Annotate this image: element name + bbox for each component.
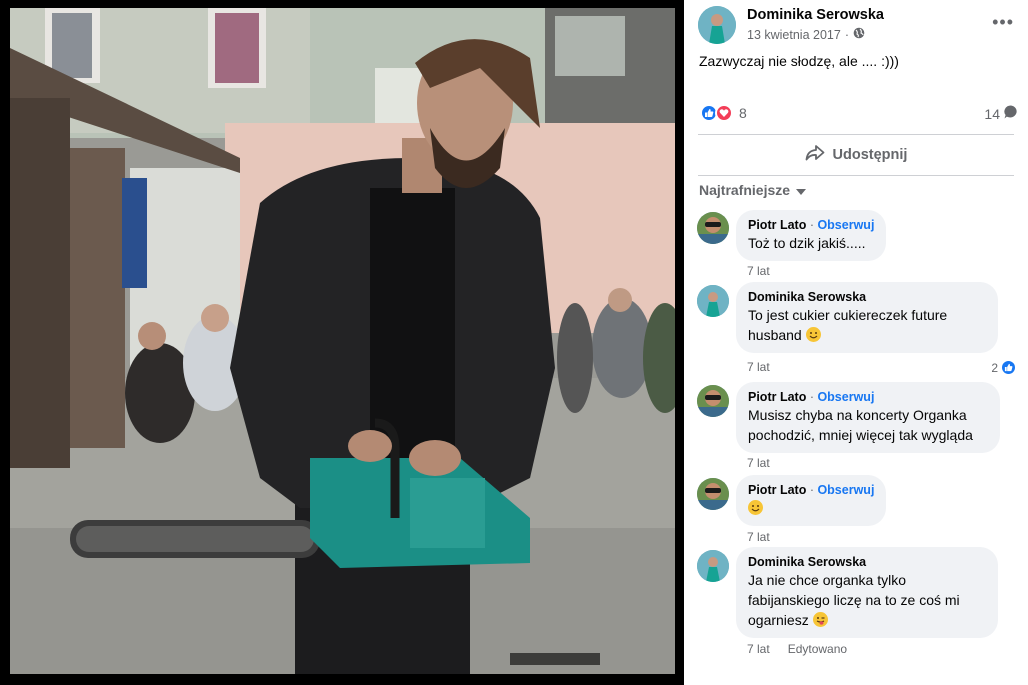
smile-emoji-icon [748, 500, 763, 515]
comment-like-count: 2 [991, 360, 998, 375]
comment-count: 14 [984, 105, 1000, 122]
post-header: Dominika Serowska 13 kwietnia 2017 · ••• [698, 6, 1018, 46]
post-author-name[interactable]: Dominika Serowska [747, 7, 884, 23]
caret-down-icon [796, 182, 807, 198]
comment-text: Ja nie chce organka tylko fabijanskiego … [748, 572, 960, 628]
dot-separator: · [806, 218, 818, 232]
reaction-count: 8 [739, 105, 747, 121]
comment-bubble: Dominika Serowska To jest cukier cukiere… [736, 282, 998, 353]
post-meta: 13 kwietnia 2017 · [747, 27, 865, 42]
post-text: Zazwyczaj nie słodzę, ale .... :))) [699, 53, 899, 69]
commenter-avatar[interactable] [697, 550, 729, 582]
comment-bubble: Piotr Lato · Obserwuj [736, 475, 887, 526]
love-reaction-icon [715, 104, 733, 122]
comment-text: Musisz chyba na koncerty Organka pochodz… [748, 407, 973, 443]
divider [698, 175, 1014, 176]
edited-label: Edytowano [787, 642, 848, 656]
facebook-photo-viewer: Dominika Serowska 13 kwietnia 2017 · •••… [0, 0, 1028, 685]
more-options-icon[interactable]: ••• [992, 12, 1014, 33]
commenter-avatar[interactable] [697, 385, 729, 417]
post-photo[interactable] [10, 8, 675, 674]
follow-button[interactable]: Obserwuj [817, 390, 874, 404]
comment-time[interactable]: 7 lat [747, 642, 770, 656]
comment-author[interactable]: Piotr Lato [748, 390, 806, 404]
comment-text: Toż to dzik jakiś..... [748, 235, 866, 251]
comment-bubble: Dominika Serowska Ja nie chce organka ty… [736, 547, 998, 638]
comment-time[interactable]: 7 lat [747, 456, 770, 470]
share-label: Udostępnij [832, 147, 908, 163]
commenter-avatar[interactable] [697, 285, 729, 317]
wink-tongue-emoji-icon [812, 612, 828, 627]
commenter-avatar[interactable] [697, 478, 729, 510]
reactions-summary[interactable]: 8 [700, 104, 747, 122]
comment-count-link[interactable]: 14 [984, 104, 1019, 123]
follow-button[interactable]: Obserwuj [817, 218, 874, 232]
divider [698, 134, 1014, 135]
dot-separator: · [806, 390, 818, 404]
globe-icon [853, 27, 865, 42]
comment-sort-dropdown[interactable]: Najtrafniejsze [699, 182, 807, 198]
dot-separator: · [806, 483, 818, 497]
smile-emoji-icon [805, 327, 821, 342]
author-avatar[interactable] [698, 6, 736, 44]
comment-bubble: Piotr Lato · Obserwuj Musisz chyba na ko… [736, 382, 1000, 453]
share-button[interactable]: Udostępnij [698, 137, 1014, 173]
commenter-avatar[interactable] [697, 212, 729, 244]
comment-bubble: Piotr Lato · Obserwuj Toż to dzik jakiś.… [736, 210, 887, 261]
comment-author[interactable]: Piotr Lato [748, 483, 806, 497]
comment-meta: 7 lat Edytowano [747, 642, 847, 656]
sort-label: Najtrafniejsze [699, 182, 791, 198]
comment-time[interactable]: 7 lat [747, 360, 770, 374]
comment-time[interactable]: 7 lat [747, 530, 770, 544]
like-reaction-icon [1000, 359, 1017, 376]
dot-separator: · [844, 27, 849, 42]
post-sidebar: Dominika Serowska 13 kwietnia 2017 · •••… [684, 0, 1028, 685]
follow-button[interactable]: Obserwuj [817, 483, 874, 497]
comment-text: To jest cukier cukiereczek future husban… [748, 307, 948, 343]
photo-illustration [10, 8, 675, 674]
post-date[interactable]: 13 kwietnia 2017 [747, 28, 841, 42]
comment-author[interactable]: Dominika Serowska [748, 290, 866, 304]
comment-time[interactable]: 7 lat [747, 264, 770, 278]
share-icon [805, 144, 825, 166]
comment-likes[interactable]: 2 [991, 359, 1017, 376]
comment-icon [1003, 104, 1019, 123]
comment-author[interactable]: Piotr Lato [748, 218, 806, 232]
comment-author[interactable]: Dominika Serowska [748, 555, 866, 569]
